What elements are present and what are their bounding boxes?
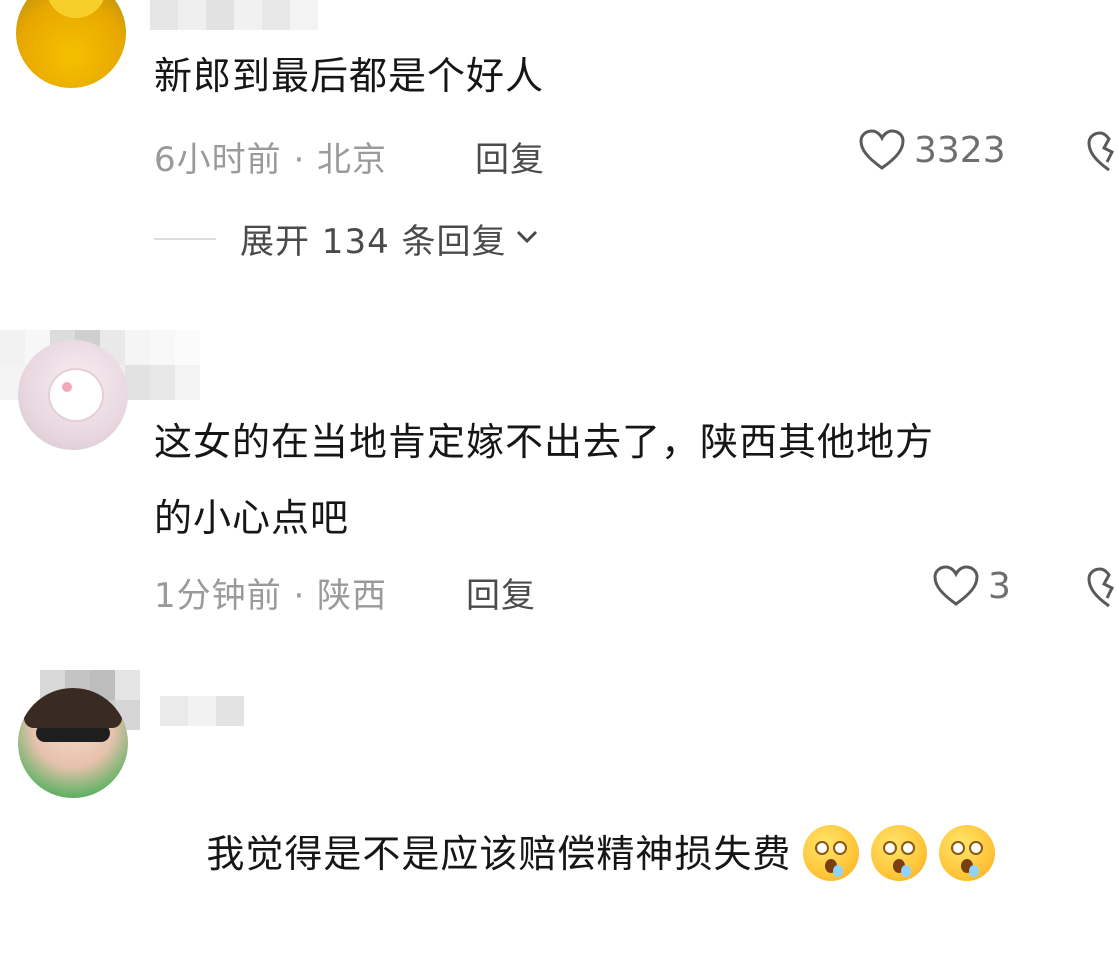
- comment-3: 我觉得是不是应该赔偿精神损失费: [0, 660, 1118, 881]
- avatar[interactable]: [18, 688, 128, 798]
- dizzy-face-emoji-icon: [939, 824, 996, 881]
- comment-meta: 1分钟前 · 陕西: [154, 576, 388, 616]
- comment-text: 新郎到最后都是个好人: [154, 54, 545, 98]
- reply-button[interactable]: 回复: [475, 132, 545, 181]
- comment-text-body: 我觉得是不是应该赔偿精神损失费: [206, 832, 792, 876]
- dizzy-face-emoji-icon: [803, 824, 860, 881]
- like-button[interactable]: 3323: [858, 128, 1006, 172]
- dislike-icon[interactable]: [1086, 130, 1118, 178]
- expand-replies-label: 展开 134 条回复: [240, 222, 507, 262]
- dizzy-face-emoji-icon: [871, 824, 928, 881]
- avatar[interactable]: [18, 340, 128, 450]
- username-blurred: [150, 0, 318, 30]
- comment-meta: 6小时前 · 北京: [154, 140, 388, 180]
- like-button[interactable]: 3: [932, 564, 1011, 608]
- chevron-down-icon: [515, 229, 539, 249]
- divider: [154, 237, 216, 240]
- like-count: 3: [988, 565, 1011, 607]
- dislike-icon[interactable]: [1086, 566, 1118, 614]
- comment-text: 我觉得是不是应该赔偿精神损失费: [154, 740, 1104, 968]
- heart-icon: [858, 128, 906, 172]
- username-blurred: [160, 696, 244, 726]
- heart-icon: [932, 564, 980, 608]
- comment-2: 这女的在当地肯定嫁不出去了，陕西其他地方 的小心点吧 1分钟前 · 陕西 回复 …: [0, 280, 1118, 640]
- comment-text: 这女的在当地肯定嫁不出去了，陕西其他地方 的小心点吧: [154, 420, 935, 540]
- like-count: 3323: [914, 129, 1006, 171]
- expand-replies[interactable]: 展开 134 条回复: [154, 214, 539, 263]
- avatar[interactable]: [16, 0, 126, 88]
- reply-button[interactable]: 回复: [466, 568, 536, 617]
- comment-1: 新郎到最后都是个好人 6小时前 · 北京 回复 3323 展开 134 条回复: [0, 0, 1118, 270]
